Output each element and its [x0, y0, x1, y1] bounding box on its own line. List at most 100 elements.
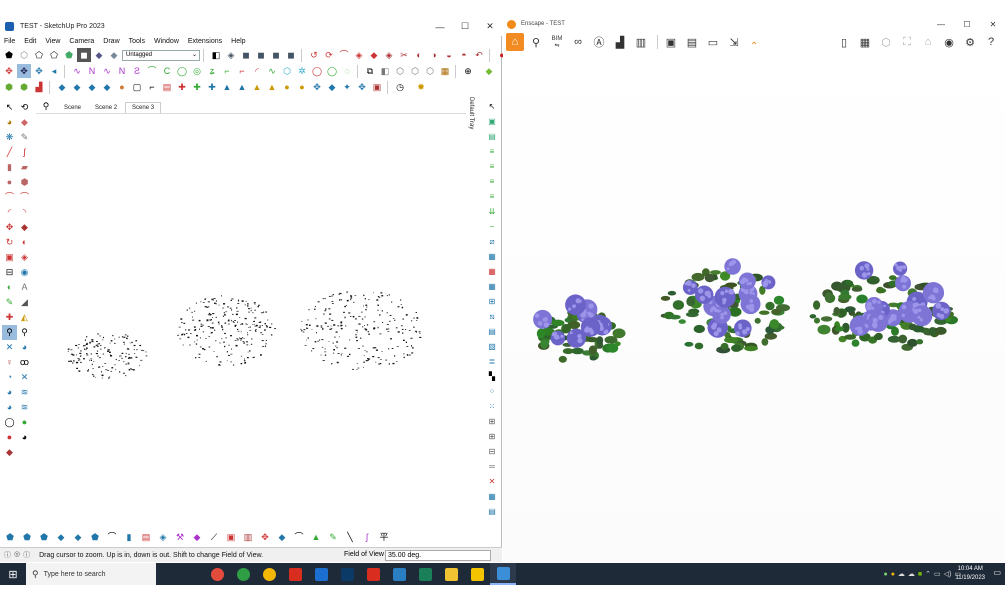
menu-camera[interactable]: Camera [69, 38, 94, 45]
mark-icon[interactable]: ✕ [485, 475, 499, 489]
fillet-icon[interactable]: ◆ [55, 80, 69, 94]
warehouse-icon[interactable]: ⊕ [461, 64, 475, 78]
maximize-button[interactable]: ☐ [955, 17, 979, 31]
hammer-icon[interactable]: ⚒ [172, 530, 188, 545]
back-view-icon[interactable]: ◼ [284, 48, 298, 62]
gable-icon[interactable]: ▲ [235, 80, 249, 94]
paint-bucket-icon[interactable]: ◕ [2, 115, 17, 130]
notification-icon[interactable]: ▭ [993, 568, 1001, 577]
menu-file[interactable]: File [4, 38, 15, 45]
follow-me-tool-icon[interactable]: ◐ [17, 235, 32, 250]
taskbar-photoshop[interactable] [334, 563, 360, 585]
box-grid-icon[interactable]: ▦ [485, 490, 499, 504]
grid-icon[interactable]: ▦ [485, 250, 499, 264]
box-list-icon[interactable]: ▤ [485, 505, 499, 519]
prism-icon[interactable]: ◆ [189, 530, 205, 545]
ruby-console-icon[interactable]: ◯ [2, 415, 17, 430]
freehand-icon[interactable]: ∿ [70, 64, 84, 78]
circle-tool-icon[interactable]: ● [2, 175, 17, 190]
export-icon[interactable]: ⇲ [725, 33, 743, 51]
offset-icon[interactable]: ◂ [47, 64, 61, 78]
sun-icon[interactable]: ⛶ [898, 33, 916, 51]
shadow-icon[interactable]: ✹ [414, 80, 428, 94]
circle-icon[interactable]: ◯ [175, 64, 189, 78]
sandbox-grid-icon[interactable]: ▦ [438, 64, 452, 78]
building-icon[interactable]: ▥ [632, 33, 650, 51]
undo-icon[interactable]: ↶ [472, 48, 486, 62]
textured-icon[interactable]: ◆ [107, 48, 121, 62]
push-pull-tool-icon[interactable]: ◆ [17, 220, 32, 235]
3d-text-tool-icon[interactable]: ◢ [17, 295, 32, 310]
hat-icon[interactable]: ⌂ [919, 33, 937, 51]
tray-volume-icon[interactable]: ◁) [944, 570, 952, 578]
tree-icon[interactable]: ◆ [325, 80, 339, 94]
tray-network-icon[interactable]: ▭ [934, 570, 941, 578]
section-plane-icon[interactable]: ✕ [17, 370, 32, 385]
taskbar-app-yellow[interactable] [464, 563, 490, 585]
taskbar-search[interactable]: ⚲ Type here to search [26, 563, 156, 585]
section-tag-icon[interactable]: ≋ [17, 400, 32, 415]
star-icon[interactable]: ✲ [295, 64, 309, 78]
loft-icon[interactable]: ◆ [100, 80, 114, 94]
taskbar-chrome-3[interactable] [256, 563, 282, 585]
tray-icon-green[interactable]: ● [883, 571, 887, 578]
right-view-icon[interactable]: ◼ [269, 48, 283, 62]
wall-icon[interactable]: ▤ [160, 80, 174, 94]
path-icon[interactable]: ✥ [310, 80, 324, 94]
spring-icon[interactable]: ʃ [359, 530, 375, 545]
tray-icon-nvidia[interactable]: ■ [918, 571, 922, 578]
rock-icon[interactable]: ✦ [340, 80, 354, 94]
copy-array-icon[interactable]: ⧉ [363, 64, 377, 78]
box3d-icon[interactable]: ▣ [223, 530, 239, 545]
corner-icon[interactable]: ⌐ [235, 64, 249, 78]
split-icon[interactable]: ◓ [457, 48, 471, 62]
trim-icon[interactable]: ◒ [442, 48, 456, 62]
grid-edit-icon[interactable]: ⧅ [485, 310, 499, 324]
pie-icon[interactable]: ◜ [250, 64, 264, 78]
back-edges-icon[interactable]: ⬟ [62, 48, 76, 62]
grass-icon[interactable]: ✥ [355, 80, 369, 94]
profile-icon[interactable]: ◆ [2, 445, 17, 460]
move-icon[interactable]: ✥ [2, 64, 16, 78]
enscape-sync-icon[interactable]: ▤ [485, 130, 499, 144]
spline-icon[interactable]: ∿ [265, 64, 279, 78]
dormer-icon[interactable]: ▲ [265, 80, 279, 94]
shadow-tool-icon[interactable]: ● [2, 430, 17, 445]
fov-value-box[interactable]: 35.00 deg. [385, 550, 491, 561]
taskbar-acrobat[interactable] [360, 563, 386, 585]
enscape-start-icon[interactable]: ▣ [485, 115, 499, 129]
arc-icon[interactable]: ⌒ [337, 48, 351, 62]
section-fill-icon[interactable]: ◕ [2, 400, 17, 415]
help-icon[interactable]: ? [982, 33, 1000, 51]
close-button[interactable]: ✕ [981, 17, 1005, 31]
stairs-icon[interactable]: ▟ [32, 80, 46, 94]
subtract-tool-icon[interactable]: ◆ [70, 530, 86, 545]
curve-icon[interactable]: N [115, 64, 129, 78]
sketchup-viewport[interactable] [36, 115, 466, 545]
magnifier-icon[interactable]: ⚲ [36, 101, 56, 112]
column-icon[interactable]: ✚ [205, 80, 219, 94]
look-around-icon[interactable]: ◔ [2, 370, 17, 385]
cube-outline-icon[interactable]: ⬡ [393, 64, 407, 78]
zoom-window-icon[interactable]: ⚲ [17, 325, 32, 340]
tray-up-arrow-icon[interactable]: ⌃ [925, 570, 931, 578]
taskbar-sketchup-2[interactable] [490, 563, 516, 585]
select-icon[interactable]: ⬟ [2, 48, 16, 62]
dots-grid-icon[interactable]: ⁙ [485, 400, 499, 414]
taskbar-app-m[interactable] [282, 563, 308, 585]
water-icon[interactable]: ▣ [370, 80, 384, 94]
bim-icon[interactable]: BIM ⇋ [548, 33, 566, 51]
line-icon[interactable]: N [85, 64, 99, 78]
chamfer-icon[interactable]: ◆ [70, 80, 84, 94]
taskbar-chrome-1[interactable] [204, 563, 230, 585]
wireframe-icon[interactable]: ◼ [77, 48, 91, 62]
layer-icon[interactable]: ◆ [482, 64, 496, 78]
menu-draw[interactable]: Draw [103, 38, 119, 45]
polygon-icon[interactable]: ⬡ [280, 64, 294, 78]
rectangle-icon[interactable]: ▮ [2, 160, 17, 175]
select-tool-icon[interactable]: ↖ [2, 100, 17, 115]
rotate-tool-icon[interactable]: ↻ [2, 235, 17, 250]
outer-shell-icon[interactable]: ⬟ [36, 530, 52, 545]
arc-tool-icon[interactable]: ⌒ [2, 190, 17, 205]
geo-location-icon[interactable]: ◎ [14, 550, 20, 560]
